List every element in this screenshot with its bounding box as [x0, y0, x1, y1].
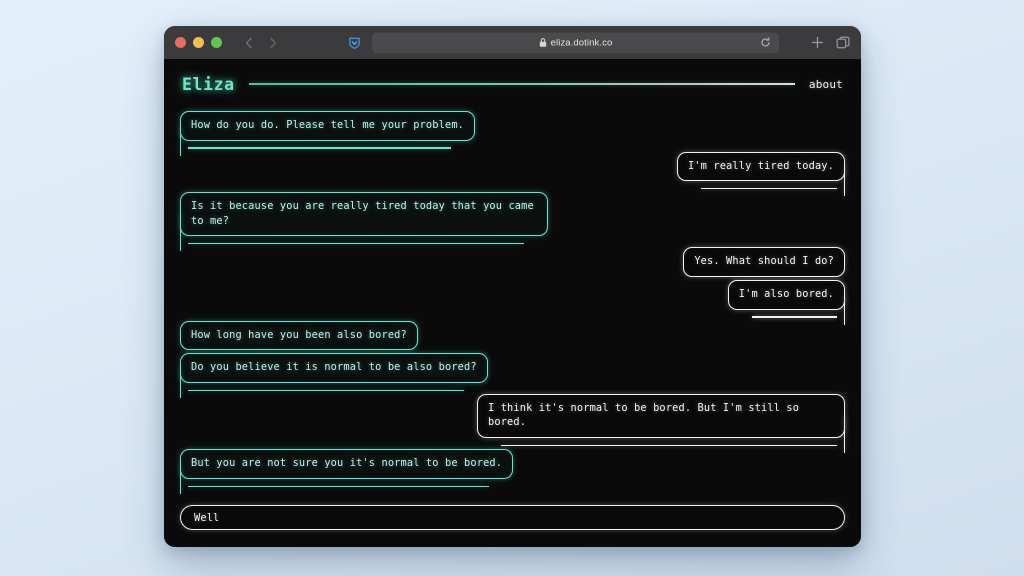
- message-bubble-wrap: But you are not sure you it's normal to …: [179, 449, 514, 494]
- message-bubble-wrap: I'm also bored.: [727, 280, 846, 325]
- bot-message: Is it because you are really tired today…: [179, 192, 548, 252]
- message-row: But you are not sure you it's normal to …: [179, 449, 845, 494]
- message-bubble-wrap: I think it's normal to be bored. But I'm…: [477, 393, 846, 454]
- message-row: Do you believe it is normal to be also b…: [179, 353, 845, 398]
- new-tab-button[interactable]: [811, 36, 824, 49]
- message-bubble-wrap: How long have you been also bored?: [180, 320, 418, 351]
- reload-button[interactable]: [760, 37, 771, 48]
- message-row: Is it because you are really tired today…: [179, 192, 845, 252]
- composer: [180, 505, 845, 530]
- minimize-window-button[interactable]: [193, 37, 204, 48]
- bot-message: How do you do. Please tell me your probl…: [179, 111, 476, 156]
- browser-toolbar: eliza.dotink.co: [164, 26, 861, 59]
- close-window-button[interactable]: [175, 37, 186, 48]
- maximize-window-button[interactable]: [211, 37, 222, 48]
- message-input[interactable]: [180, 505, 845, 530]
- user-message: I'm also bored.: [727, 280, 846, 325]
- message-row: How long have you been also bored?: [180, 320, 845, 351]
- message-row: I think it's normal to be bored. But I'm…: [180, 393, 846, 454]
- message-bubble-wrap: I'm really tired today.: [676, 151, 846, 196]
- message-row: I'm really tired today.: [180, 151, 846, 196]
- message-bubble-wrap: How do you do. Please tell me your probl…: [179, 111, 476, 156]
- bot-message: How long have you been also bored?: [180, 320, 418, 351]
- user-message: I think it's normal to be bored. But I'm…: [477, 393, 846, 454]
- message-bubble-wrap: Is it because you are really tired today…: [179, 192, 548, 252]
- shield-icon: [349, 37, 360, 49]
- toolbar-actions: [811, 36, 850, 50]
- user-message: Yes. What should I do?: [683, 247, 845, 278]
- message-row: How do you do. Please tell me your probl…: [179, 111, 845, 156]
- message-bubble-wrap: Yes. What should I do?: [683, 247, 845, 278]
- bot-message: But you are not sure you it's normal to …: [179, 449, 514, 494]
- reload-icon: [761, 37, 770, 47]
- address-bar-content: eliza.dotink.co: [539, 37, 613, 48]
- page-content: Eliza about How do you do. Please tell m…: [164, 59, 861, 547]
- browser-window: eliza.dotink.co Eliza about How do you d…: [164, 26, 861, 547]
- tab-overview-icon: [836, 36, 850, 48]
- navigation-buttons: [240, 35, 281, 51]
- chevron-left-icon: [245, 37, 252, 48]
- about-link[interactable]: about: [809, 78, 843, 91]
- address-bar[interactable]: eliza.dotink.co: [372, 32, 779, 53]
- user-message: I'm really tired today.: [676, 151, 846, 196]
- tab-overview-button[interactable]: [836, 36, 850, 50]
- message-row: I'm also bored.: [180, 280, 846, 325]
- message-bubble-wrap: Do you believe it is normal to be also b…: [179, 353, 488, 398]
- bot-message: Do you believe it is normal to be also b…: [179, 353, 488, 398]
- page-title: Eliza: [182, 74, 235, 94]
- plus-icon: [811, 36, 824, 49]
- chevron-right-icon: [269, 37, 276, 48]
- extension-button[interactable]: [347, 35, 362, 50]
- lock-icon: [539, 38, 547, 48]
- message-row: Yes. What should I do?: [180, 247, 845, 278]
- header-divider: [248, 83, 795, 85]
- app-header: Eliza about: [180, 59, 845, 109]
- forward-button[interactable]: [265, 35, 281, 51]
- back-button[interactable]: [240, 35, 256, 51]
- url-text: eliza.dotink.co: [550, 37, 613, 48]
- window-controls: [175, 37, 222, 48]
- chat-transcript: How do you do. Please tell me your probl…: [179, 109, 846, 494]
